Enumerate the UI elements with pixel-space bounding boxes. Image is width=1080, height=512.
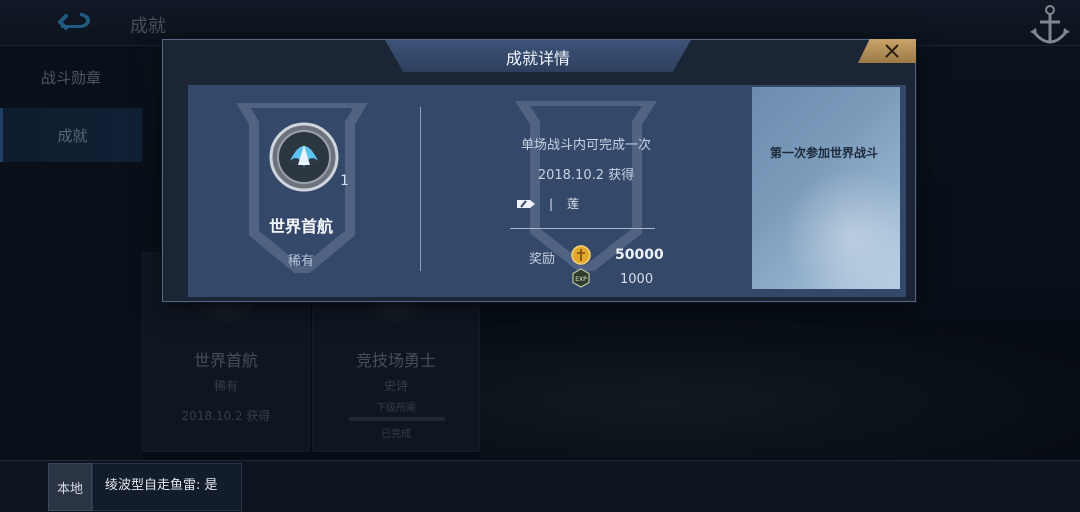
reward-coin-value: 50000 bbox=[615, 247, 664, 263]
record-row: | 莲 bbox=[517, 195, 579, 212]
modal-title: 成就详情 bbox=[505, 49, 570, 68]
record-ship: 莲 bbox=[567, 197, 580, 211]
record-separator: | bbox=[549, 196, 554, 211]
medal-rarity: 稀有 bbox=[287, 254, 314, 269]
reward-exp-value: 1000 bbox=[620, 272, 654, 287]
medal-panel: 1 世界首航 稀有 bbox=[188, 85, 420, 297]
modal-body: 1 世界首航 稀有 单场战斗内可完成一次 2018.10.2 获得 | 莲 奖励 bbox=[188, 85, 906, 297]
close-button[interactable] bbox=[858, 39, 916, 63]
divider bbox=[510, 228, 655, 229]
chat-bar: 本地 绫波型自走鱼雷: 是 bbox=[0, 460, 1080, 512]
reward-label: 奖励 bbox=[529, 252, 556, 267]
exp-icon: EXP bbox=[572, 268, 590, 288]
medal-count: 1 bbox=[340, 173, 349, 189]
gold-coin-icon bbox=[571, 245, 591, 265]
medal-icon bbox=[269, 122, 339, 192]
description-panel: 第一次参加世界战斗 bbox=[752, 87, 900, 289]
achievement-date: 2018.10.2 获得 bbox=[537, 168, 635, 183]
achievement-condition: 单场战斗内可完成一次 bbox=[520, 138, 651, 153]
fleet-icon bbox=[517, 199, 535, 208]
achievement-description: 第一次参加世界战斗 bbox=[770, 146, 879, 160]
medal-name: 世界首航 bbox=[268, 217, 333, 236]
achievement-detail-modal: 成就详情 1 世界首航 稀有 单场战斗内可完成一次 2018.10.2 获得 |… bbox=[162, 39, 916, 302]
detail-panel: 单场战斗内可完成一次 2018.10.2 获得 | 莲 奖励 50000 EXP bbox=[421, 85, 751, 297]
chat-channel-tag[interactable]: 本地 bbox=[48, 463, 92, 511]
svg-text:EXP: EXP bbox=[575, 276, 587, 283]
close-icon bbox=[885, 44, 899, 58]
chat-message[interactable]: 绫波型自走鱼雷: 是 bbox=[92, 463, 242, 511]
